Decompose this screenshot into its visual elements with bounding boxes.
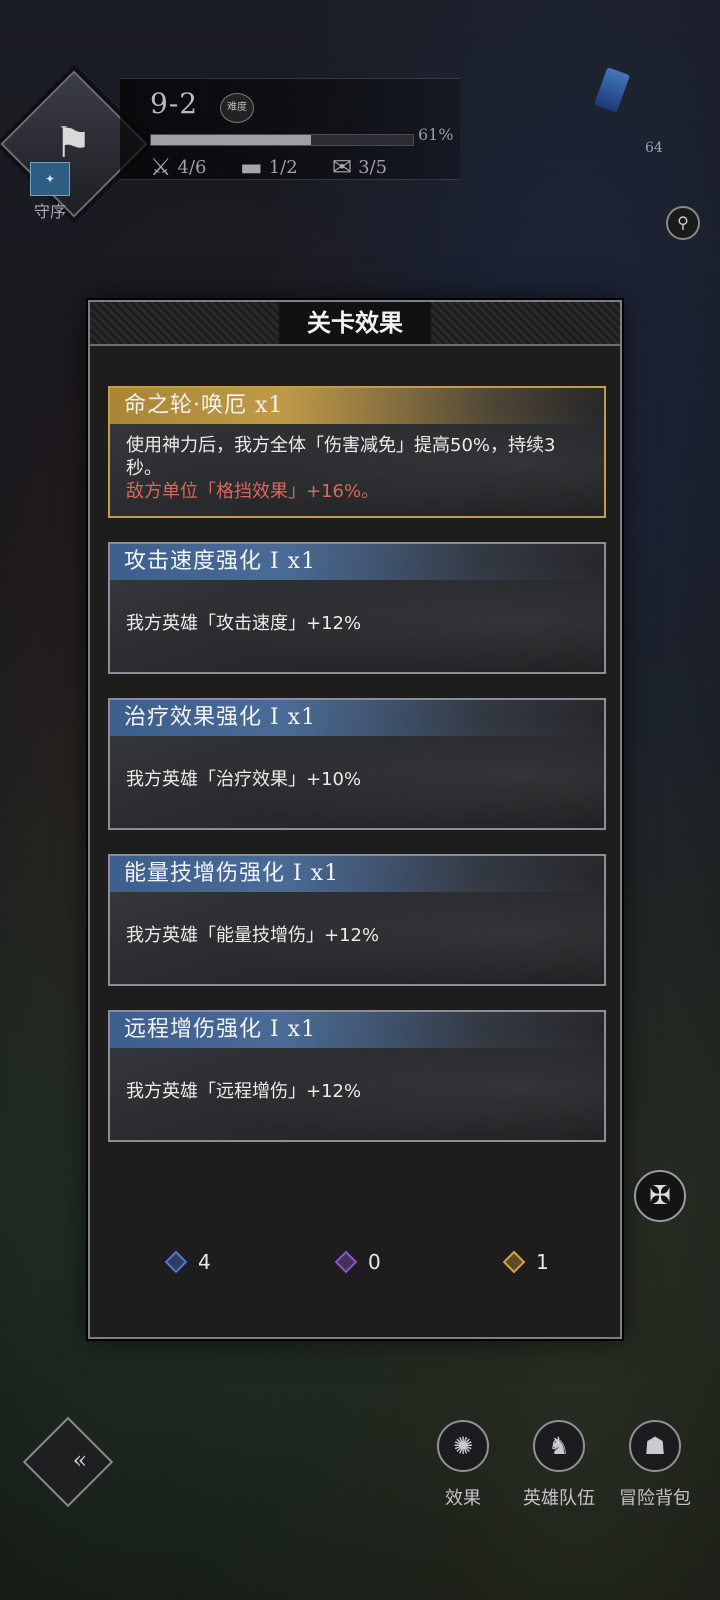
crystal-icon <box>593 67 631 113</box>
top-right-counter: 64 <box>645 140 663 156</box>
battle-count: ⚔ 4/6 <box>150 153 206 181</box>
dialog-header: 关卡效果 <box>90 302 620 346</box>
purple-gem-icon <box>334 1250 358 1274</box>
nav-backpack[interactable]: ☗ 冒险背包 <box>607 1420 703 1510</box>
gem-blue-count: 4 <box>198 1250 211 1274</box>
effect-card-wheel-of-fate[interactable]: 命之轮·唤厄 x1 使用神力后，我方全体「伤害减免」提高50%，持续3秒。 敌方… <box>108 386 606 518</box>
nav-backpack-label: 冒险背包 <box>619 1488 691 1509</box>
effect-card-title: 远程增伤强化 I x1 <box>110 1012 604 1048</box>
map-pin-icon[interactable]: ⚲ <box>666 206 700 240</box>
dialog-title: 关卡效果 <box>279 302 431 344</box>
stage-hud: ⚑ 9-2 难度 61% ⚔ 4/6 ▬ 1/2 ✉ 3/5 ✦ 守序 <box>0 60 470 230</box>
stage-progress-text: 61% <box>418 125 454 144</box>
stage-label: 9-2 <box>150 87 199 120</box>
scroll-count-value: 3/5 <box>358 156 388 178</box>
cross-emblem-icon[interactable]: ✠ <box>634 1170 686 1222</box>
effect-card-description: 使用神力后，我方全体「伤害减免」提高50%，持续3秒。 敌方单位「格挡效果」+1… <box>110 424 604 503</box>
gem-gold: 1 <box>502 1250 549 1274</box>
gold-gem-icon <box>502 1250 526 1274</box>
return-icon: « <box>72 1446 88 1474</box>
sun-emblem-icon: ✺ <box>437 1420 489 1472</box>
alignment-badge[interactable]: ✦ 守序 <box>26 162 74 224</box>
difficulty-chip: 难度 <box>220 93 254 123</box>
bottom-nav: ✺ 效果 ♞ 英雄队伍 ☗ 冒险背包 <box>415 1420 715 1530</box>
alignment-icon: ✦ <box>30 162 70 196</box>
nav-hero-team-label: 英雄队伍 <box>523 1488 595 1509</box>
chest-icon: ▬ <box>240 153 263 181</box>
effect-card-attack-speed[interactable]: 攻击速度强化 I x1 我方英雄「攻击速度」+12% <box>108 542 606 674</box>
stage-effects-dialog: 关卡效果 命之轮·唤厄 x1 使用神力后，我方全体「伤害减免」提高50%，持续3… <box>88 300 622 1339</box>
gem-blue: 4 <box>164 1250 211 1274</box>
stage-info-panel: 9-2 难度 61% ⚔ 4/6 ▬ 1/2 ✉ 3/5 <box>120 78 460 181</box>
crossed-swords-icon: ⚔ <box>150 153 172 181</box>
scroll-count: ✉ 3/5 <box>332 153 387 181</box>
effect-card-ranged[interactable]: 远程增伤强化 I x1 我方英雄「远程增伤」+12% <box>108 1010 606 1142</box>
blue-gem-icon <box>164 1250 188 1274</box>
hero-team-icon: ♞ <box>533 1420 585 1472</box>
effect-card-title: 能量技增伤强化 I x1 <box>110 856 604 892</box>
nav-effects[interactable]: ✺ 效果 <box>415 1420 511 1510</box>
stage-progress-bar <box>150 134 414 146</box>
stage-progress-fill <box>151 135 311 145</box>
gem-gold-count: 1 <box>536 1250 549 1274</box>
chest-count: ▬ 1/2 <box>240 153 298 181</box>
nav-effects-label: 效果 <box>445 1488 481 1509</box>
effect-card-title: 治疗效果强化 I x1 <box>110 700 604 736</box>
gem-tally: 4 0 1 <box>90 1250 620 1290</box>
effect-card-title: 命之轮·唤厄 x1 <box>110 388 604 424</box>
effect-card-desc-text: 使用神力后，我方全体「伤害减免」提高50%，持续3秒。 <box>126 435 556 479</box>
effect-card-description: 我方英雄「远程增伤」+12% <box>126 1081 362 1102</box>
effect-card-description: 我方英雄「能量技增伤」+12% <box>126 925 380 946</box>
gem-purple: 0 <box>334 1250 381 1274</box>
nav-hero-team[interactable]: ♞ 英雄队伍 <box>511 1420 607 1510</box>
effect-card-description: 我方英雄「治疗效果」+10% <box>126 769 362 790</box>
battle-count-value: 4/6 <box>177 156 207 178</box>
effect-card-energy-skill[interactable]: 能量技增伤强化 I x1 我方英雄「能量技增伤」+12% <box>108 854 606 986</box>
effect-card-enemy-text: 敌方单位「格挡效果」+16%。 <box>126 481 380 502</box>
alignment-label: 守序 <box>33 202 66 221</box>
effect-card-healing[interactable]: 治疗效果强化 I x1 我方英雄「治疗效果」+10% <box>108 698 606 830</box>
scroll-icon: ✉ <box>332 153 353 181</box>
effect-card-title: 攻击速度强化 I x1 <box>110 544 604 580</box>
chest-count-value: 1/2 <box>268 156 298 178</box>
backpack-icon: ☗ <box>629 1420 681 1472</box>
effect-card-description: 我方英雄「攻击速度」+12% <box>126 613 362 634</box>
gem-purple-count: 0 <box>368 1250 381 1274</box>
